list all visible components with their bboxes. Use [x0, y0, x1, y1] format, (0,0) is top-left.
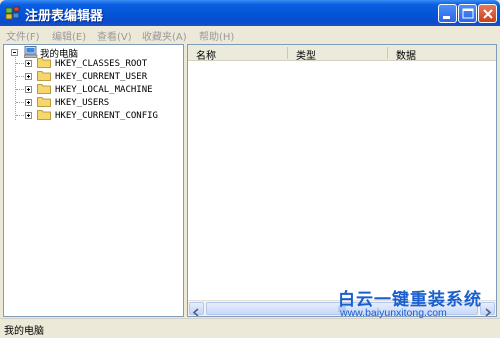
tree-node-hkey-classes-root[interactable]: HKEY_CLASSES_ROOT	[55, 59, 147, 69]
expand-icon[interactable]	[25, 86, 32, 93]
collapse-icon[interactable]	[11, 49, 18, 56]
tree-node-hkey-users[interactable]: HKEY_USERS	[55, 98, 109, 108]
watermark-url: www.baiyunxitong.com	[340, 307, 447, 319]
window-title: 注册表编辑器	[25, 9, 104, 24]
folder-icon	[37, 71, 51, 81]
folder-icon	[37, 97, 51, 107]
tree-node-hkey-current-user[interactable]: HKEY_CURRENT_USER	[55, 72, 147, 82]
minimize-icon	[443, 16, 450, 19]
tree-connector	[16, 76, 24, 77]
column-header-name-label: 名称	[196, 51, 216, 62]
values-list-pane[interactable]: 名称 类型 数据	[187, 44, 497, 317]
scroll-left-button[interactable]	[189, 302, 204, 316]
expand-icon[interactable]	[25, 73, 32, 80]
maximize-button[interactable]	[458, 4, 477, 23]
minimize-button[interactable]	[438, 4, 457, 23]
menu-edit[interactable]: 编辑(E)	[52, 28, 86, 43]
regedit-app-icon	[5, 6, 20, 20]
column-header-name[interactable]: 名称	[188, 45, 288, 62]
key-tree-pane[interactable]: 我的电脑 HKEY_CLASSES_ROOT HKEY_CURRENT_USER…	[3, 44, 184, 317]
maximize-icon	[462, 8, 474, 19]
menu-favorites[interactable]: 收藏夹(A)	[142, 28, 187, 43]
close-button[interactable]	[478, 4, 497, 23]
expand-icon[interactable]	[25, 99, 32, 106]
title-bar[interactable]: 注册表编辑器	[0, 0, 500, 26]
arrow-left-icon	[192, 308, 199, 316]
expand-icon[interactable]	[25, 112, 32, 119]
menu-file[interactable]: 文件(F)	[6, 28, 40, 43]
close-icon	[483, 9, 493, 19]
column-header-type[interactable]: 类型	[288, 45, 388, 62]
folder-icon	[37, 110, 51, 120]
expand-icon[interactable]	[25, 60, 32, 67]
column-header-type-label: 类型	[296, 51, 316, 62]
tree-connector	[16, 63, 24, 64]
column-header-data[interactable]: 数据	[388, 45, 496, 62]
status-text: 我的电脑	[4, 326, 44, 337]
computer-icon	[24, 46, 38, 58]
folder-icon	[37, 58, 51, 68]
tree-connector	[16, 115, 24, 116]
tree-node-hkey-local-machine[interactable]: HKEY_LOCAL_MACHINE	[55, 85, 153, 95]
tree-node-hkey-current-config[interactable]: HKEY_CURRENT_CONFIG	[55, 111, 158, 121]
tree-connector	[16, 102, 24, 103]
menu-help[interactable]: 帮助(H)	[199, 28, 234, 43]
registry-editor-window: 注册表编辑器 文件(F) 编辑(E) 查看(V) 收藏夹(A) 帮助(H) 我的…	[0, 0, 500, 338]
watermark: 白云一键重装系统 www.baiyunxitong.com	[338, 285, 498, 325]
menu-view[interactable]: 查看(V)	[97, 28, 132, 43]
tree-connector	[16, 89, 24, 90]
column-header-data-label: 数据	[396, 51, 416, 62]
menu-bar: 文件(F) 编辑(E) 查看(V) 收藏夹(A) 帮助(H)	[0, 26, 500, 43]
folder-icon	[37, 84, 51, 94]
